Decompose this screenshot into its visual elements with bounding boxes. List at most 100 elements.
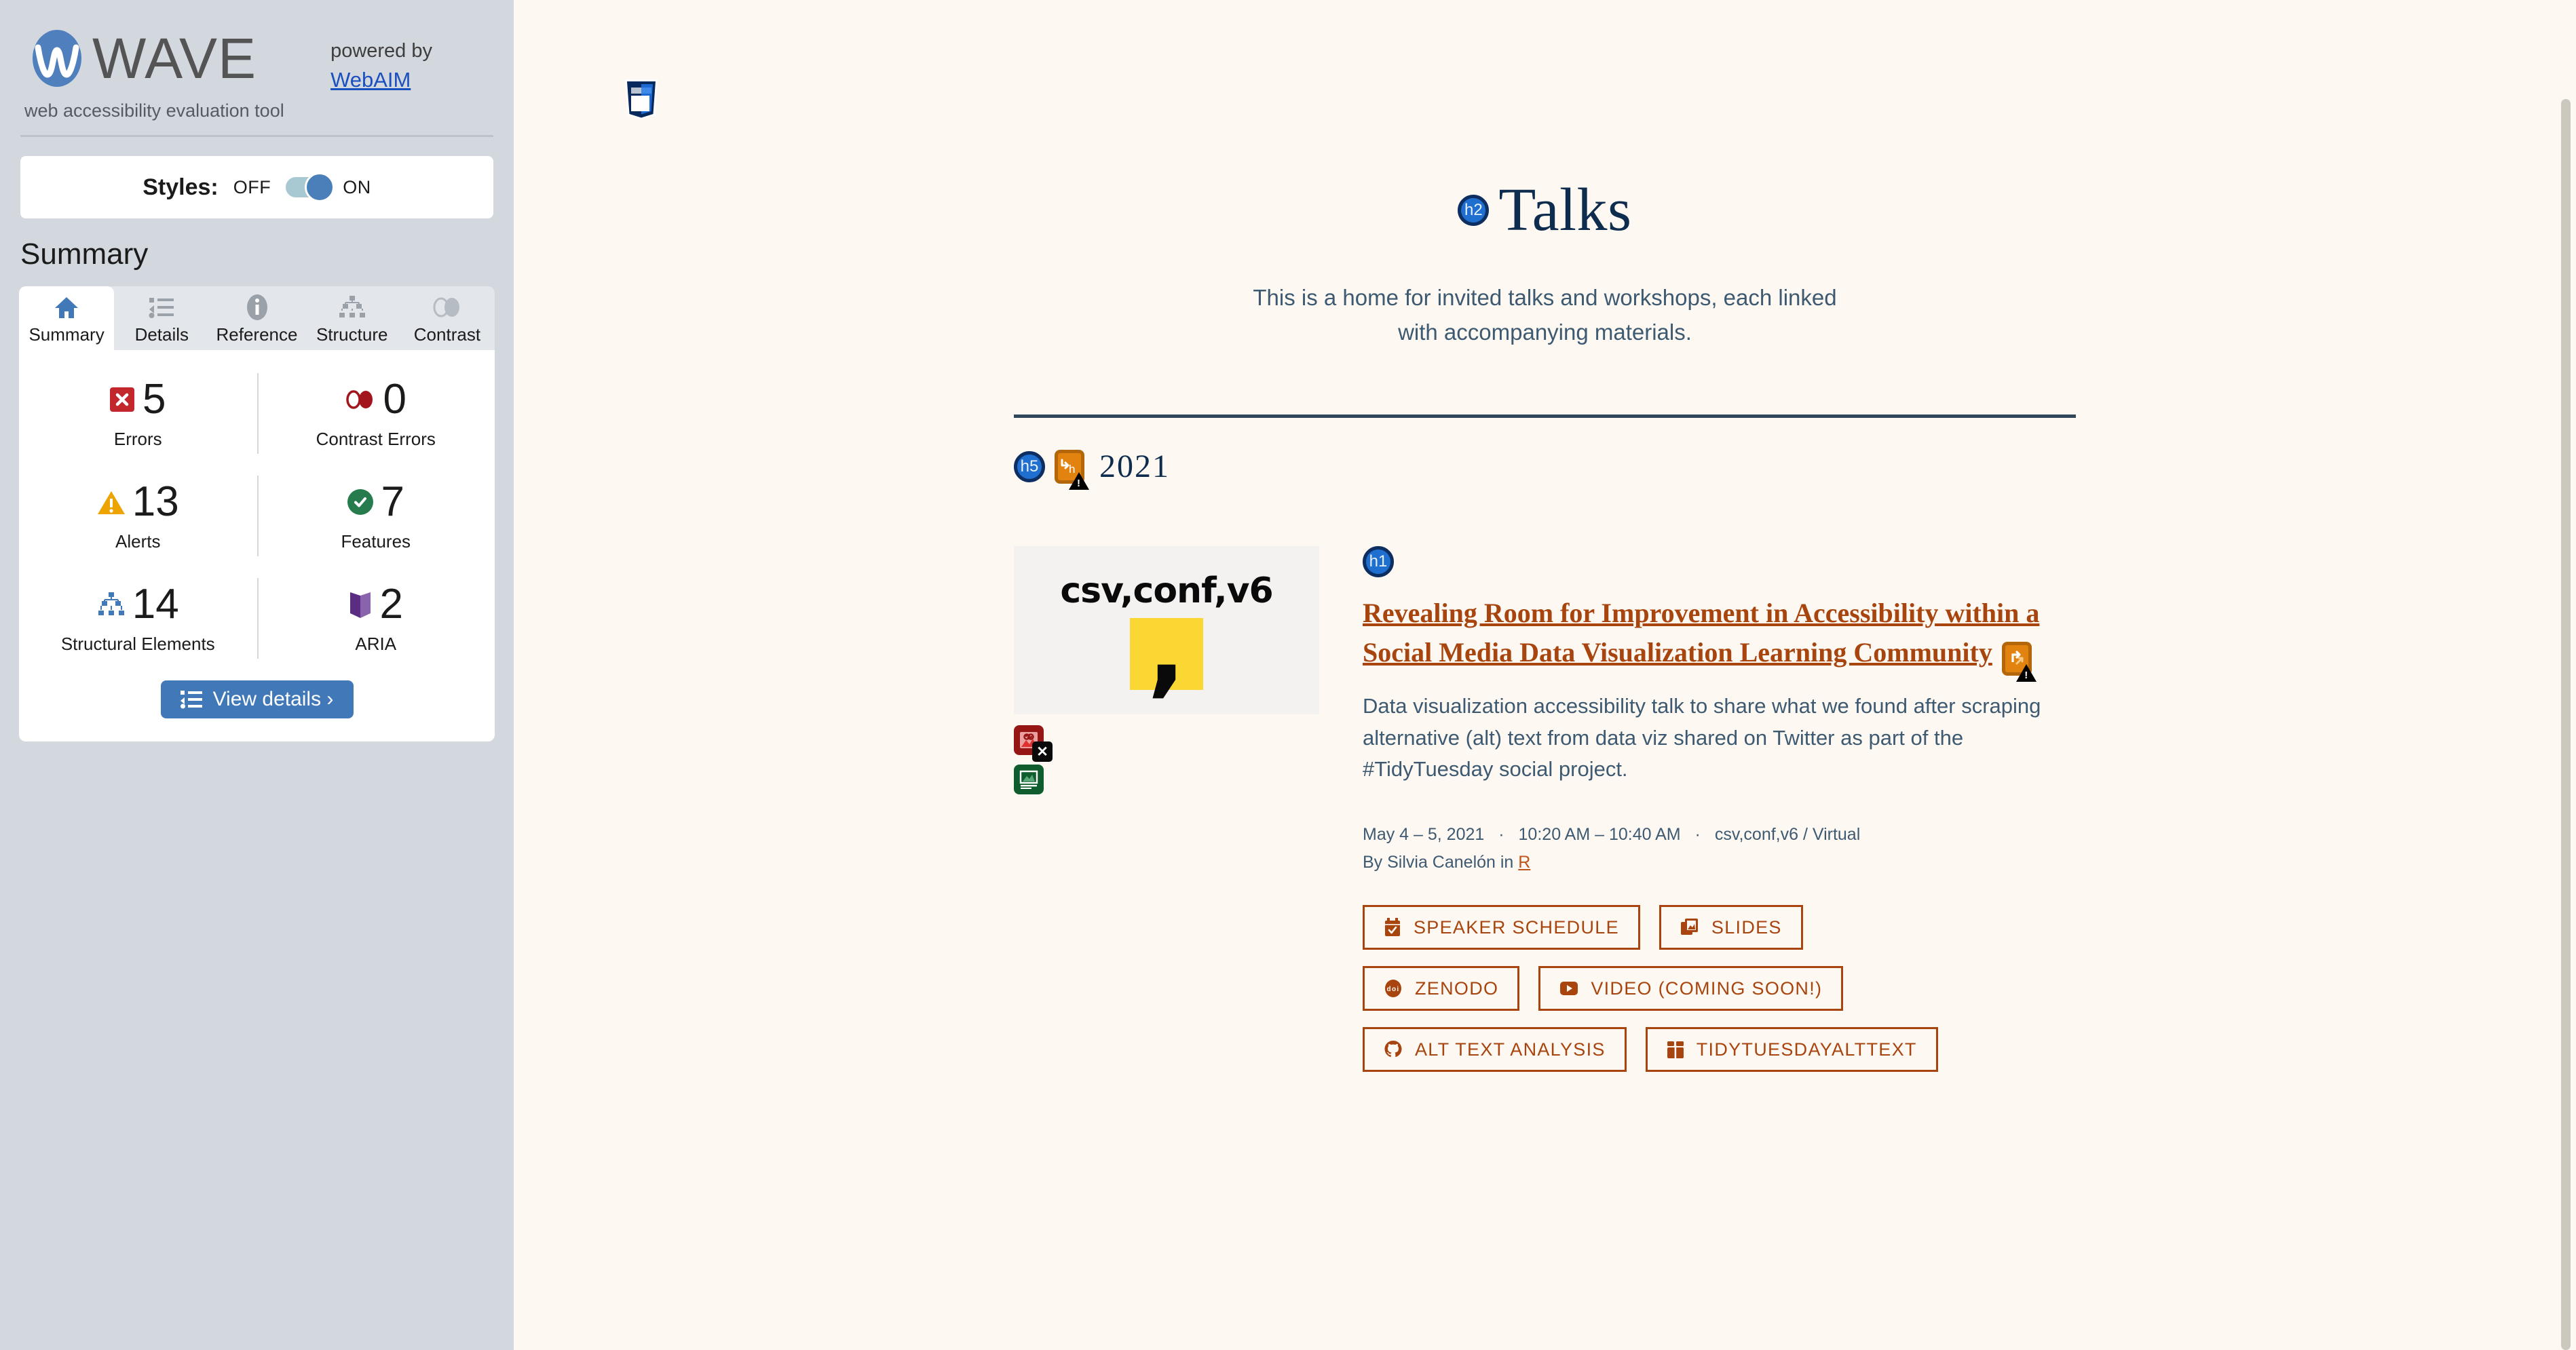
- stat-features[interactable]: 7 Features: [257, 465, 495, 567]
- stat-features-count: 7: [381, 478, 404, 525]
- tab-contrast-label: Contrast: [413, 324, 481, 345]
- stat-errors-count: 5: [143, 376, 166, 423]
- view-details-button[interactable]: View details ›: [160, 680, 354, 718]
- tab-structure[interactable]: Structure: [305, 286, 400, 350]
- panel-heading: Summary: [20, 237, 149, 271]
- video-button[interactable]: VIDEO (COMING SOON!): [1538, 966, 1844, 1011]
- evaluated-page-viewport: h2 Talks This is a home for invited talk…: [514, 0, 2576, 1350]
- tab-summary[interactable]: Summary: [19, 286, 115, 350]
- check-circle-icon: [347, 489, 373, 515]
- main-region-shield-icon[interactable]: [623, 78, 660, 123]
- zenodo-button[interactable]: doi ZENODO: [1363, 966, 1520, 1011]
- slides-button[interactable]: SLIDES: [1659, 905, 1803, 950]
- alt-text-analysis-button[interactable]: ALT TEXT ANALYSIS: [1363, 1027, 1627, 1073]
- header-divider: [20, 135, 493, 137]
- talk-details: h1 Revealing Room for Improvement in Acc…: [1363, 546, 2076, 1088]
- year-heading: h5 h 2021: [1014, 448, 2076, 490]
- talk-title-block: Revealing Room for Improvement in Access…: [1363, 594, 2076, 682]
- list-icon: [180, 691, 202, 709]
- wave-h2-badge-label: h2: [1464, 200, 1483, 219]
- talk-meta-venue: csv,conf,v6 / Virtual: [1714, 824, 1861, 844]
- contrast-circles-icon: [345, 389, 375, 410]
- styles-toggle-switch[interactable]: [286, 172, 335, 202]
- wave-logo-icon: [23, 18, 88, 96]
- tab-reference[interactable]: Reference: [209, 286, 304, 350]
- page-scrollbar-thumb[interactable]: [2561, 99, 2571, 1350]
- talk-title-link[interactable]: Revealing Room for Improvement in Access…: [1363, 598, 2039, 668]
- aria-cube-icon: [349, 590, 372, 619]
- talk-link-button-row-3: ALT TEXT ANALYSIS TIDYTUESDAYALTTEXT: [1363, 1027, 2076, 1073]
- styles-toggle-card: Styles: OFF ON: [20, 156, 493, 218]
- stat-aria-count: 2: [379, 581, 403, 628]
- calendar-check-icon: [1385, 918, 1400, 937]
- wave-h1-badge-label: h1: [1369, 552, 1388, 571]
- talk-meta-time: 10:20 AM – 10:40 AM: [1518, 824, 1681, 844]
- tab-summary-label: Summary: [29, 324, 105, 345]
- page-content: h2 Talks This is a home for invited talk…: [1014, 175, 2076, 1088]
- tidytuesdayalttext-button[interactable]: TIDYTUESDAYALTTEXT: [1645, 1027, 1938, 1073]
- stat-contrast-errors[interactable]: 0 Contrast Errors: [257, 362, 495, 465]
- page-title: h2 Talks: [1014, 175, 2076, 245]
- section-divider: [1014, 414, 2076, 419]
- stat-structural-elements-label: Structural Elements: [60, 634, 215, 654]
- talk-meta-line2: By Silvia Canelón in R: [1363, 849, 2076, 876]
- stat-structural-elements-count: 14: [132, 581, 179, 628]
- package-box-icon: [1667, 1041, 1684, 1059]
- speaker-schedule-label: SPEAKER SCHEDULE: [1414, 917, 1619, 938]
- stat-aria[interactable]: 2 ARIA: [257, 567, 495, 670]
- stat-structural-elements[interactable]: 14 Structural Elements: [19, 567, 257, 670]
- wave-new-window-alert-badge[interactable]: [2002, 642, 2037, 682]
- webaim-link[interactable]: WebAIM: [330, 66, 432, 94]
- panel-tabs: Summary Details Reference Structure Cont…: [19, 286, 495, 350]
- wave-h2-badge[interactable]: h2: [1458, 194, 1490, 226]
- warning-triangle-icon: [1069, 471, 1089, 490]
- stat-errors[interactable]: 5 Errors: [19, 362, 257, 465]
- tab-structure-label: Structure: [316, 324, 388, 345]
- slides-image-icon: [1680, 919, 1698, 936]
- alt-text-analysis-label: ALT TEXT ANALYSIS: [1415, 1039, 1606, 1060]
- talk-entry: csv,conf,v6 , ✕ h1 Revealing Room for Im…: [1014, 546, 2076, 1088]
- error-x-icon: [110, 387, 134, 412]
- wave-figure-feature-badge[interactable]: [1014, 765, 1044, 795]
- talk-link-buttons: SPEAKER SCHEDULE SLIDES doi ZENODO VIDEO…: [1363, 905, 2076, 1073]
- powered-by-label: powered by: [330, 40, 432, 62]
- talk-thumbnail[interactable]: csv,conf,v6 ,: [1014, 546, 1319, 715]
- page-intro-line1: This is a home for invited talks and wor…: [1253, 285, 1837, 310]
- wave-tagline: web accessibility evaluation tool: [24, 100, 284, 121]
- talk-meta: May 4 – 5, 2021 · 10:20 AM – 10:40 AM · …: [1363, 821, 2076, 877]
- stat-features-label: Features: [341, 531, 411, 552]
- stat-contrast-errors-label: Contrast Errors: [316, 429, 436, 449]
- speaker-schedule-button[interactable]: SPEAKER SCHEDULE: [1363, 905, 1640, 950]
- wave-skipped-heading-alert-badge[interactable]: h: [1055, 449, 1089, 490]
- year-label: 2021: [1099, 448, 1170, 485]
- structure-tree-icon: [97, 592, 124, 617]
- tab-details[interactable]: Details: [114, 286, 209, 350]
- wave-media-icons: ✕: [1014, 725, 1319, 795]
- thumb-comma-glyph: ,: [1147, 590, 1186, 709]
- styles-toggle-knob[interactable]: [305, 172, 335, 202]
- tab-contrast[interactable]: Contrast: [400, 286, 495, 350]
- home-icon: [54, 293, 79, 322]
- page-intro: This is a home for invited talks and wor…: [1014, 280, 2076, 349]
- stat-contrast-errors-count: 0: [383, 376, 406, 423]
- summary-panel-body: 5 Errors 0 Contrast Errors 13 Alerts 7 F…: [19, 350, 495, 741]
- wave-h5-badge[interactable]: h5: [1014, 450, 1045, 482]
- wave-extension-sidebar: WAVE web accessibility evaluation tool p…: [0, 0, 514, 1350]
- structure-tree-icon: [339, 293, 366, 322]
- talk-link-button-row-2: doi ZENODO VIDEO (COMING SOON!): [1363, 966, 2076, 1011]
- tab-reference-label: Reference: [216, 324, 298, 345]
- list-icon: [149, 293, 174, 322]
- stat-alerts-label: Alerts: [115, 531, 161, 552]
- talk-media: csv,conf,v6 , ✕: [1014, 546, 1319, 1088]
- stat-alerts-count: 13: [132, 478, 179, 525]
- wave-h1-badge[interactable]: h1: [1363, 546, 1394, 578]
- wave-linked-image-missing-alt-error-badge[interactable]: ✕: [1014, 725, 1053, 763]
- info-icon: [246, 293, 268, 322]
- view-details-label: View details ›: [212, 688, 334, 710]
- powered-by-block: powered by WebAIM: [330, 38, 432, 94]
- stat-alerts[interactable]: 13 Alerts: [19, 465, 257, 567]
- wave-h5-badge-label: h5: [1020, 457, 1039, 476]
- styles-on-label: ON: [343, 176, 371, 197]
- talk-byline-category-link[interactable]: R: [1518, 853, 1530, 872]
- slides-label: SLIDES: [1711, 917, 1782, 938]
